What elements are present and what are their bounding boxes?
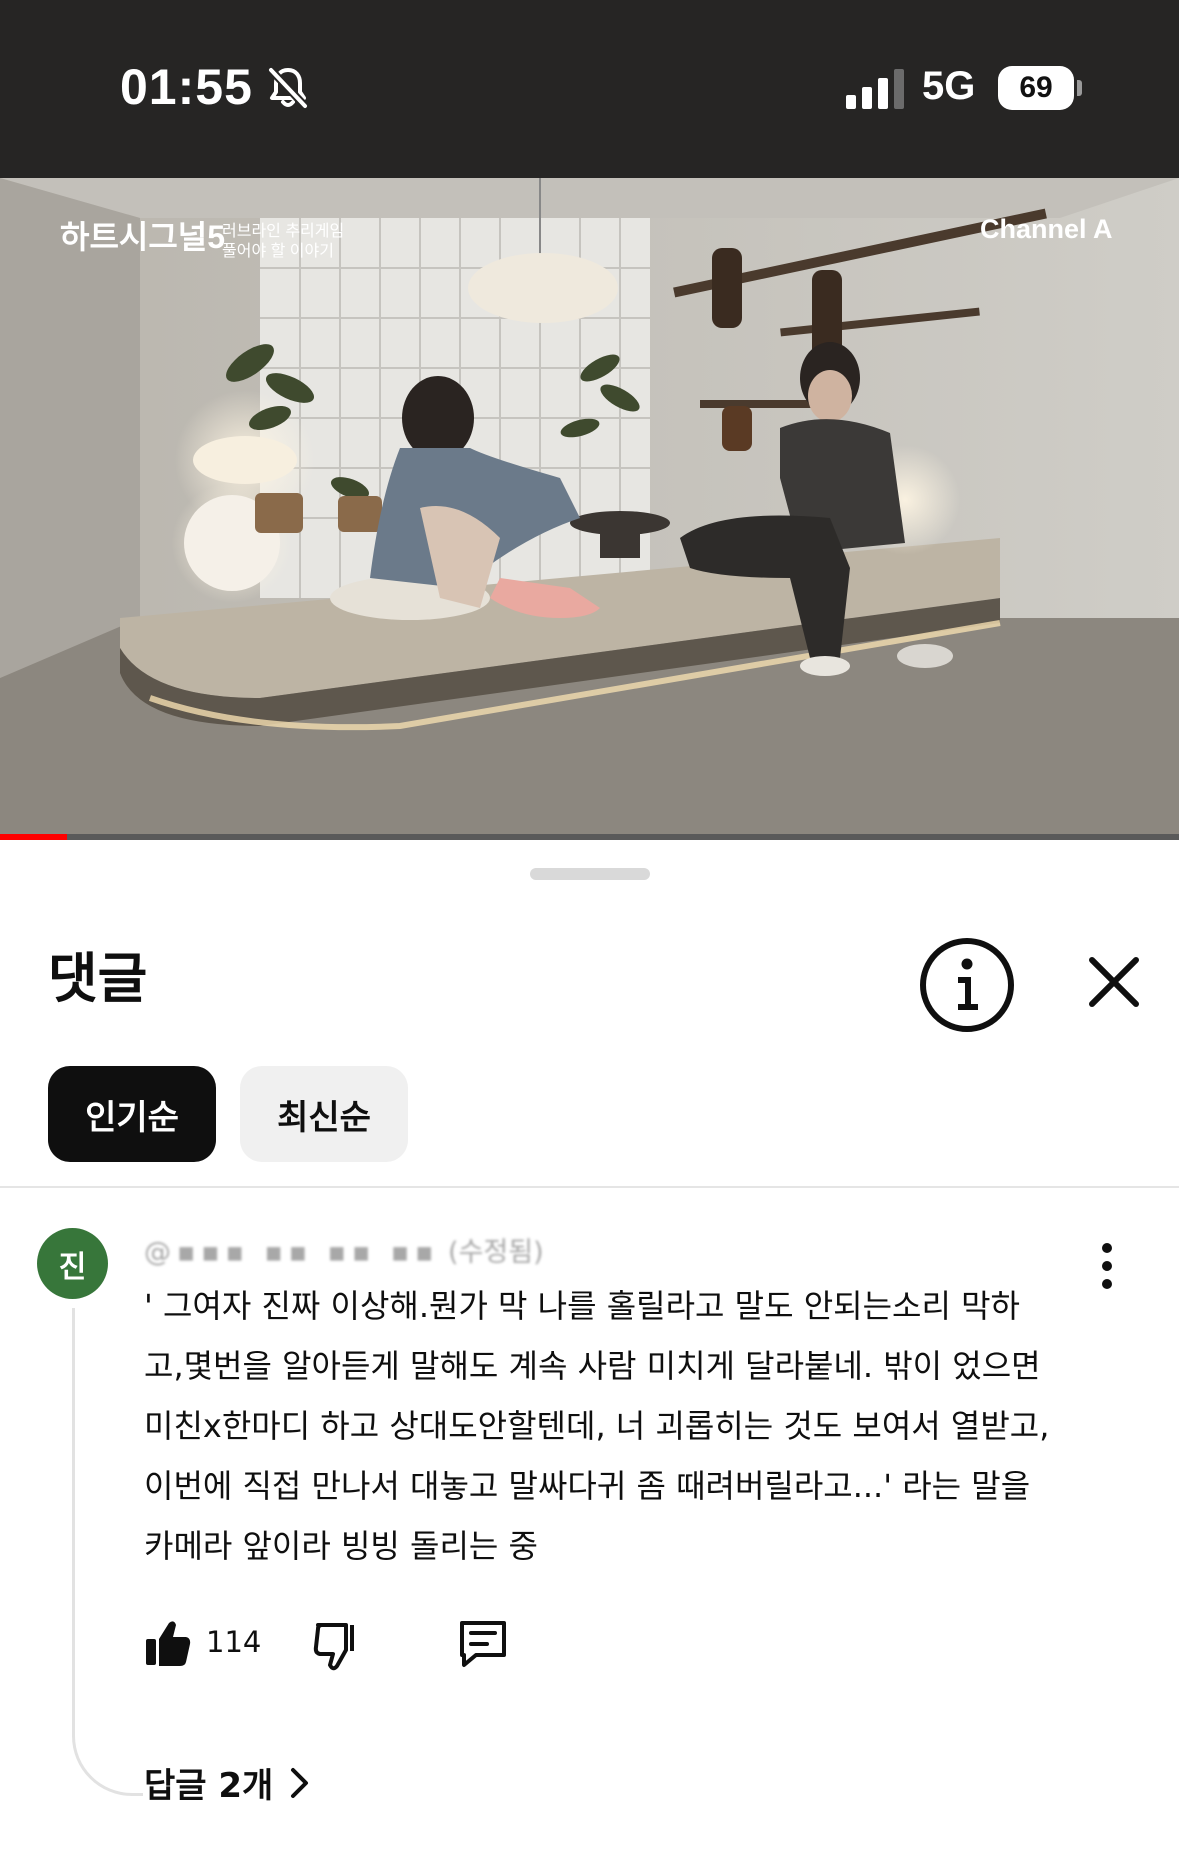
sort-chip-newest[interactable]: 최신순 — [240, 1066, 408, 1162]
comments-sheet: 댓글 인기순 최신순 진 @▪▪▪ ▪▪ ▪▪ ▪▪ (수정됨) ' 그여자 진… — [0, 842, 1179, 1852]
avatar-letter: 진 — [58, 1249, 87, 1285]
signal-icon — [846, 69, 904, 109]
overlay-line1: 러브라인 추리게임 — [222, 222, 344, 240]
thumbs-up-icon[interactable] — [144, 1617, 192, 1669]
bell-slash-icon — [268, 67, 308, 109]
like-count: 114 — [206, 1625, 262, 1659]
network-type: 5G — [922, 64, 976, 108]
divider — [0, 1186, 1179, 1188]
sort-chip-popular[interactable]: 인기순 — [48, 1066, 216, 1162]
reply-thread-line — [72, 1308, 143, 1796]
sheet-title: 댓글 — [48, 947, 148, 1010]
view-replies-button[interactable]: 답글 2개 — [144, 1758, 311, 1807]
video-progress-fill — [0, 834, 68, 840]
show-title: 하트시그널5 — [60, 219, 225, 255]
video-player[interactable]: 하트시그널5 러브라인 추리게임 풀어야 할 이야기 Channel A — [0, 178, 1179, 838]
chevron-right-icon — [291, 1767, 309, 1798]
close-icon[interactable] — [1066, 934, 1162, 1030]
battery-icon: 69 — [998, 66, 1074, 110]
comment-text: ' 그여자 진짜 이상해.뭔가 막 나를 홀릴라고 말도 안되는소리 막하 고,… — [144, 1287, 1050, 1565]
drag-handle[interactable] — [530, 868, 650, 880]
info-icon[interactable] — [916, 934, 1018, 1036]
status-bar: 01:55 5G 69 — [0, 0, 1179, 178]
battery-level: 69 — [1019, 71, 1053, 104]
channel-logo: Channel A — [980, 214, 1113, 244]
author-handle-blurred: @▪▪▪ ▪▪ ▪▪ ▪▪ — [144, 1237, 440, 1268]
video-frame: 하트시그널5 러브라인 추리게임 풀어야 할 이야기 Channel A — [0, 178, 1179, 838]
reply-comment-icon[interactable] — [456, 1617, 510, 1671]
video-progress-bar[interactable] — [0, 834, 1179, 840]
comment-author-meta[interactable]: @▪▪▪ ▪▪ ▪▪ ▪▪ (수정됨) — [144, 1230, 544, 1269]
edited-label: (수정됨) — [448, 1237, 544, 1268]
overlay-line2: 풀어야 할 이야기 — [222, 242, 334, 260]
replies-label: 답글 2개 — [144, 1766, 274, 1806]
status-time: 01:55 — [120, 59, 253, 115]
avatar[interactable]: 진 — [37, 1228, 108, 1299]
battery-tip — [1077, 80, 1082, 96]
thumbs-down-icon[interactable] — [312, 1621, 360, 1673]
